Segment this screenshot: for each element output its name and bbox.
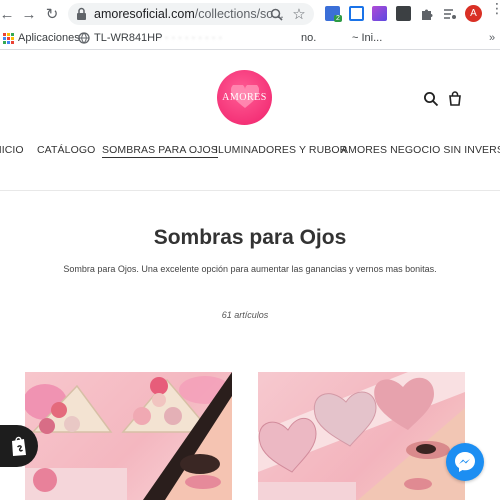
address-bar[interactable]: amoresoficial.com/collections/so... ☆ (68, 3, 314, 25)
bookmark-star-icon[interactable]: ☆ (291, 6, 307, 23)
cart-icon[interactable] (447, 91, 463, 107)
store-logo[interactable]: AMORES (217, 70, 272, 125)
extension-icon-m[interactable] (396, 6, 411, 21)
reading-list-icon[interactable] (442, 6, 457, 21)
extension-icon-pen[interactable] (372, 6, 387, 21)
bookmark-item-ini[interactable]: ~ Ini... (352, 32, 382, 44)
reload-icon[interactable]: ↻ (43, 5, 61, 23)
bookmark-item-no[interactable]: no. (301, 32, 316, 44)
bookmark-blurred[interactable]: · · · · · · · · · · (158, 32, 222, 44)
search-icon[interactable] (423, 91, 439, 107)
extension-icon-doc[interactable] (349, 6, 364, 21)
product-image-heart-palette (258, 372, 465, 500)
nav-item-catalogo[interactable]: CATÁLOGO (37, 144, 95, 156)
nav-item-sombras-para-ojos[interactable]: SOMBRAS PARA OJOS (102, 144, 218, 158)
collection-title: Sombras para Ojos (153, 226, 347, 249)
url-text: amoresoficial.com/collections/so... (94, 7, 284, 21)
apps-grid-icon (3, 32, 14, 44)
extension-badge: 2 (334, 15, 342, 22)
shopify-bag-icon (12, 436, 26, 456)
extension-icon-code[interactable]: 2 (325, 6, 342, 22)
bookmark-router-label: TL-WR841HP (94, 32, 163, 44)
puzzle-extensions-icon[interactable] (419, 6, 434, 21)
bookmarks-overflow-icon[interactable]: » (489, 32, 495, 44)
kebab-menu-icon[interactable]: ⋮ (490, 1, 500, 15)
messenger-icon (455, 452, 475, 472)
bookmark-apps-label: Aplicaciones (18, 32, 80, 44)
nav-item-iluminadores-y-rubor[interactable]: ILUMINADORES Y RUBOR (215, 144, 347, 156)
bookmark-apps[interactable]: Aplicaciones (3, 32, 80, 44)
bookmark-item-ini-label: ~ Ini... (352, 32, 383, 44)
url-host: amoresoficial.com (94, 7, 195, 21)
main-navigation: INICIO CATÁLOGO SOMBRAS PARA OJOS ILUMIN… (0, 144, 500, 160)
bookmark-item-no-label: no. (301, 32, 317, 44)
product-image-triangle-palette (25, 372, 232, 500)
globe-icon (78, 32, 90, 44)
product-card[interactable] (258, 372, 465, 500)
bookmark-blurred-label: · · · · · · · · · · (158, 32, 223, 44)
bookmark-router[interactable]: TL-WR841HP (78, 32, 162, 44)
profile-avatar[interactable]: A (465, 5, 482, 22)
header-divider (0, 190, 500, 191)
zoom-search-icon[interactable] (268, 6, 284, 22)
product-card[interactable] (25, 372, 232, 500)
bookmarks-bar: Aplicaciones TL-WR841HP · · · · · · · · … (0, 28, 500, 50)
forward-arrow-icon[interactable]: → (20, 5, 38, 23)
lock-icon (77, 7, 86, 20)
product-count: 61 artículos (221, 310, 269, 320)
collection-description: Sombra para Ojos. Una excelente opción p… (63, 264, 437, 274)
logo-text: AMORES (222, 92, 267, 103)
nav-item-inicio[interactable]: INICIO (0, 144, 24, 156)
nav-item-amores-negocio[interactable]: AMORES NEGOCIO SIN INVERSIÓN (341, 144, 500, 156)
browser-toolbar: ← → ↻ amoresoficial.com/collections/so..… (0, 0, 500, 28)
back-arrow-icon[interactable]: ← (0, 5, 16, 23)
messenger-chat-button[interactable] (446, 443, 484, 481)
